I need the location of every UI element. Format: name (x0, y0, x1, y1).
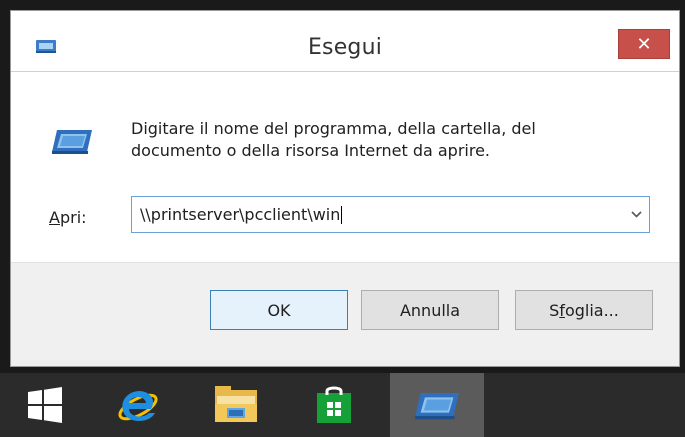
button-bar: OK Annulla Sf oglia... (11, 262, 679, 366)
title-bar[interactable]: Esegui ✕ (11, 11, 679, 71)
open-combobox[interactable]: \\printserver\pcclient\win (131, 196, 650, 233)
open-label-text: pri: (59, 208, 87, 227)
open-label-accesskey: A (49, 208, 60, 227)
browse-label-prefix: S (549, 300, 560, 320)
internet-explorer-taskbar-button[interactable] (98, 373, 178, 437)
store-taskbar-button[interactable] (294, 373, 374, 437)
run-icon (415, 392, 459, 420)
dropdown-button[interactable] (623, 197, 649, 232)
run-dialog: Esegui ✕ Digitare il nome del programma,… (10, 10, 680, 367)
open-input[interactable]: \\printserver\pcclient\win (132, 205, 623, 225)
windows-logo-icon (28, 387, 62, 423)
browse-label-suffix: oglia... (564, 300, 619, 320)
window-title: Esegui (307, 35, 383, 60)
folder-icon (215, 386, 257, 422)
open-label: Apri: (49, 208, 87, 227)
internet-explorer-icon (118, 390, 158, 422)
run-icon (52, 130, 92, 154)
cancel-button[interactable]: Annulla (361, 290, 499, 330)
store-bag-icon (317, 386, 351, 423)
open-input-value: \\printserver\pcclient\win (140, 204, 341, 224)
dialog-body: Digitare il nome del programma, della ca… (11, 71, 679, 262)
start-button[interactable] (10, 373, 80, 437)
close-icon: ✕ (636, 33, 652, 55)
chevron-down-icon (630, 211, 642, 218)
text-caret (341, 206, 343, 225)
ok-button[interactable]: OK (210, 290, 348, 330)
close-button[interactable]: ✕ (618, 29, 670, 59)
file-explorer-taskbar-button[interactable] (196, 373, 276, 437)
run-taskbar-button[interactable] (390, 373, 484, 437)
browse-button[interactable]: Sf oglia... (515, 290, 653, 330)
description-text: Digitare il nome del programma, della ca… (131, 119, 536, 160)
taskbar (0, 373, 685, 437)
